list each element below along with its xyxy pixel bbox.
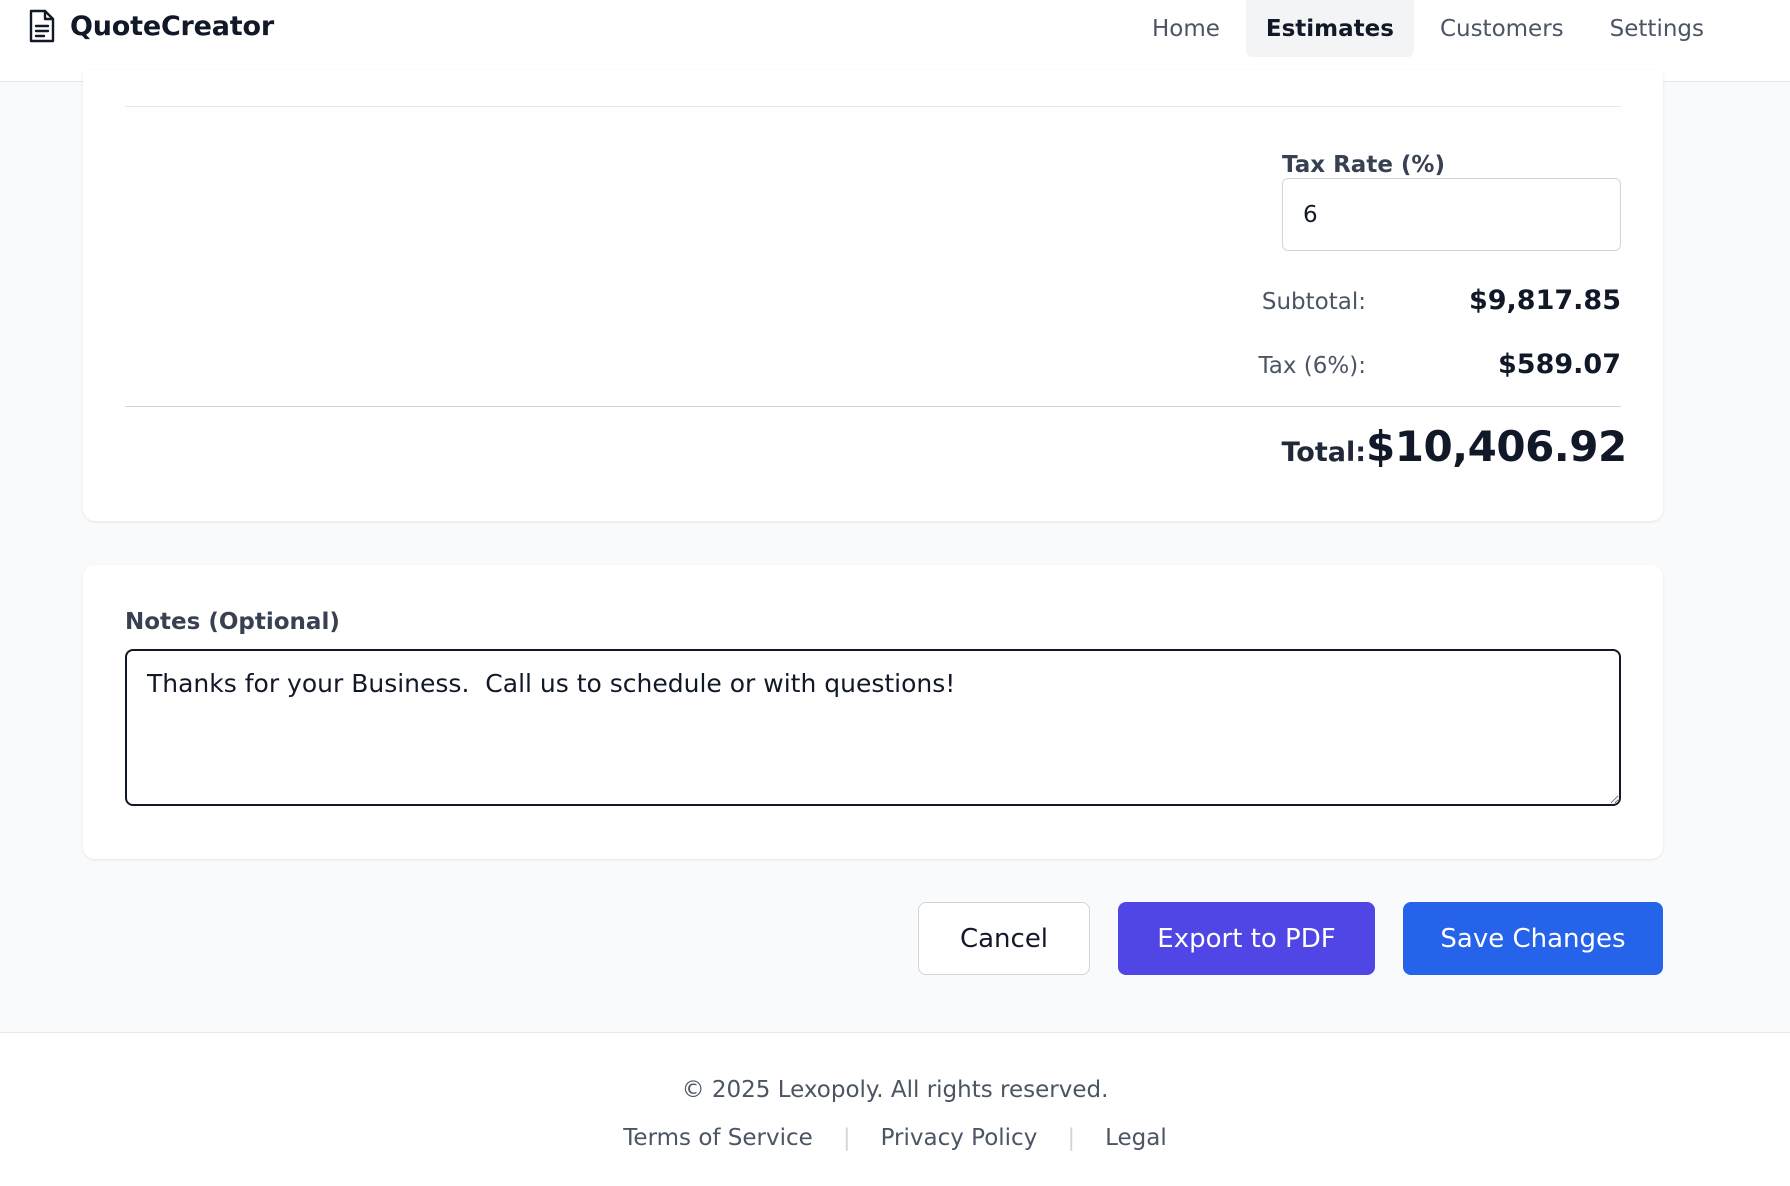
legal-link[interactable]: Legal [1105, 1125, 1167, 1151]
total-value: $10,406.92 [1366, 422, 1627, 471]
cancel-button[interactable]: Cancel [918, 902, 1090, 975]
total-label: Total: [1281, 437, 1366, 468]
nav-customers[interactable]: Customers [1420, 0, 1584, 57]
divider [125, 106, 1621, 107]
subtotal-row: Subtotal: $9,817.85 [1262, 285, 1621, 316]
tax-row: Tax (6%): $589.07 [1259, 349, 1621, 380]
document-icon [28, 9, 56, 43]
footer: © 2025 Lexopoly. All rights reserved. Te… [0, 1032, 1790, 1186]
footer-links: Terms of Service | Privacy Policy | Lega… [0, 1125, 1790, 1151]
notes-label: Notes (Optional) [125, 609, 340, 635]
nav-home[interactable]: Home [1132, 0, 1240, 57]
total-row: Total: $10,406.92 [1281, 422, 1627, 471]
tax-rate-input[interactable] [1282, 178, 1621, 251]
privacy-policy-link[interactable]: Privacy Policy [881, 1125, 1038, 1151]
terms-of-service-link[interactable]: Terms of Service [623, 1125, 813, 1151]
copyright: © 2025 Lexopoly. All rights reserved. [681, 1077, 1109, 1103]
nav-settings[interactable]: Settings [1590, 0, 1724, 57]
notes-textarea[interactable]: Thanks for your Business. Call us to sch… [125, 649, 1621, 806]
separator: | [842, 1125, 851, 1151]
tax-label: Tax (6%): [1258, 353, 1366, 379]
nav-estimates[interactable]: Estimates [1245, 0, 1414, 57]
save-changes-button[interactable]: Save Changes [1403, 902, 1663, 975]
notes-card: Notes (Optional) Thanks for your Busines… [83, 565, 1663, 859]
main-nav: Home Estimates Customers Settings [1132, 0, 1724, 57]
tax-rate-label: Tax Rate (%) [1282, 152, 1445, 178]
separator: | [1067, 1125, 1076, 1151]
totals-card: Tax Rate (%) Subtotal: $9,817.85 Tax (6%… [83, 70, 1663, 521]
divider [125, 406, 1621, 407]
brand-name: QuoteCreator [70, 10, 274, 42]
export-pdf-button[interactable]: Export to PDF [1118, 902, 1375, 975]
subtotal-label: Subtotal: [1261, 289, 1366, 315]
subtotal-value: $9,817.85 [1468, 285, 1621, 316]
brand[interactable]: QuoteCreator [28, 8, 274, 44]
tax-value: $589.07 [1498, 349, 1621, 380]
